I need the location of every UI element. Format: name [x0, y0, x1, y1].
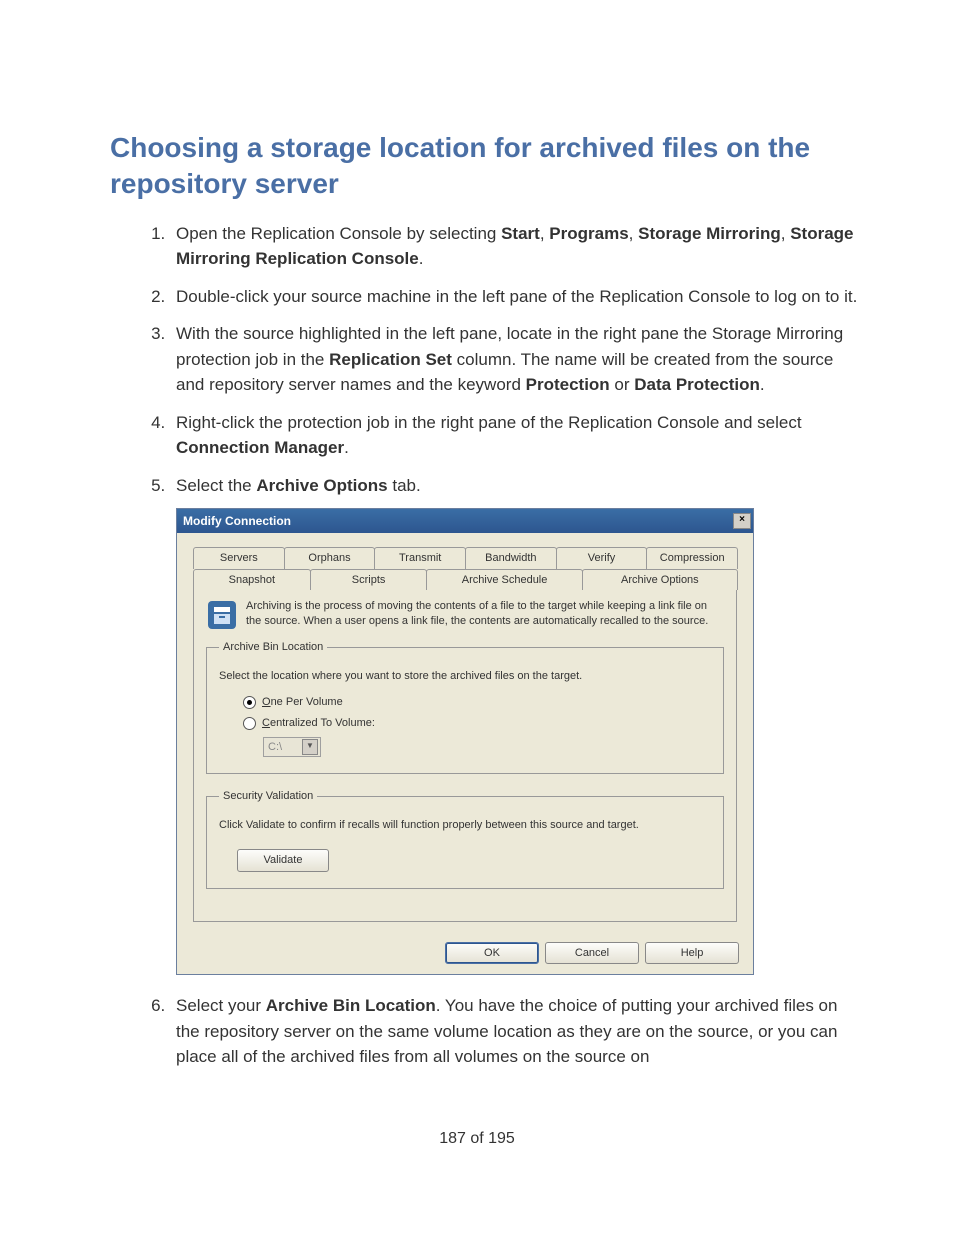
radio2-accel: C — [262, 717, 270, 729]
step-1-text: Open the Replication Console by selectin… — [176, 224, 501, 243]
step-3: With the source highlighted in the left … — [170, 321, 864, 398]
step-1-bold-programs: Programs — [549, 224, 628, 243]
step-1-bold-sm: Storage Mirroring — [638, 224, 781, 243]
tab-archive-schedule[interactable]: Archive Schedule — [426, 569, 582, 591]
page-heading: Choosing a storage location for archived… — [110, 130, 884, 203]
step-5-bold-ao: Archive Options — [256, 476, 387, 495]
step-6-bold-abl: Archive Bin Location — [266, 996, 436, 1015]
page-number: 187 of 195 — [70, 1130, 884, 1148]
archive-bin-location-group: Archive Bin Location Select the location… — [206, 639, 724, 774]
chevron-down-icon: ▼ — [302, 739, 318, 755]
step-3-bold-dataprotection: Data Protection — [634, 375, 760, 394]
step-4-text-a: Right-click the protection job in the ri… — [176, 413, 802, 432]
archive-bin-location-label: Select the location where you want to st… — [219, 668, 711, 685]
step-5-text-a: Select the — [176, 476, 256, 495]
tab-snapshot[interactable]: Snapshot — [193, 569, 311, 591]
tabs-row-bottom: Snapshot Scripts Archive Schedule Archiv… — [193, 569, 737, 591]
dialog-titlebar: Modify Connection × — [177, 509, 753, 533]
modify-connection-dialog: Modify Connection × Servers Orphans Tran… — [176, 508, 754, 975]
step-3-bold-repset: Replication Set — [329, 350, 452, 369]
radio-one-per-volume[interactable]: One Per Volume — [243, 694, 711, 711]
close-icon[interactable]: × — [733, 513, 751, 529]
step-6: Select your Archive Bin Location. You ha… — [170, 993, 864, 1070]
step-4-bold-cm: Connection Manager — [176, 438, 344, 457]
tab-compression[interactable]: Compression — [646, 547, 738, 569]
dialog-title: Modify Connection — [183, 512, 291, 530]
radio-icon — [243, 717, 256, 730]
tab-verify[interactable]: Verify — [556, 547, 648, 569]
tab-scripts[interactable]: Scripts — [310, 569, 428, 591]
security-validation-label: Click Validate to confirm if recalls wil… — [219, 817, 711, 834]
step-4: Right-click the protection job in the ri… — [170, 410, 864, 461]
ok-button[interactable]: OK — [445, 942, 539, 965]
radio2-label: entralized To Volume: — [270, 717, 375, 729]
archive-bin-location-legend: Archive Bin Location — [219, 639, 327, 656]
dialog-footer: OK Cancel Help — [177, 934, 753, 975]
tabs-row-top: Servers Orphans Transmit Bandwidth Verif… — [193, 547, 737, 569]
radio1-label: ne Per Volume — [271, 696, 343, 708]
archive-intro-text: Archiving is the process of moving the c… — [246, 599, 724, 629]
tab-servers[interactable]: Servers — [193, 547, 285, 569]
step-3-text-d: or — [610, 375, 635, 394]
security-validation-legend: Security Validation — [219, 788, 317, 805]
step-1-bold-start: Start — [501, 224, 540, 243]
volume-select[interactable]: C:\ ▼ — [263, 737, 321, 757]
tab-transmit[interactable]: Transmit — [374, 547, 466, 569]
archive-icon — [206, 599, 238, 631]
step-1: Open the Replication Console by selectin… — [170, 221, 864, 272]
step-5: Select the Archive Options tab. Modify C… — [170, 473, 864, 976]
radio1-accel: O — [262, 696, 271, 708]
cancel-button[interactable]: Cancel — [545, 942, 639, 965]
radio-centralized-to-volume[interactable]: Centralized To Volume: — [243, 715, 711, 732]
step-3-bold-protection: Protection — [526, 375, 610, 394]
validate-button[interactable]: Validate — [237, 849, 329, 872]
radio-icon — [243, 696, 256, 709]
step-2: Double-click your source machine in the … — [170, 284, 864, 310]
tab-archive-options[interactable]: Archive Options — [582, 569, 738, 591]
tab-orphans[interactable]: Orphans — [284, 547, 376, 569]
security-validation-group: Security Validation Click Validate to co… — [206, 788, 724, 889]
tab-bandwidth[interactable]: Bandwidth — [465, 547, 557, 569]
volume-select-value: C:\ — [268, 739, 282, 756]
help-button[interactable]: Help — [645, 942, 739, 965]
steps-list: Open the Replication Console by selectin… — [130, 221, 884, 1070]
step-5-text-c: tab. — [388, 476, 421, 495]
step-6-text-a: Select your — [176, 996, 266, 1015]
tab-page-archive-options: Archiving is the process of moving the c… — [193, 589, 737, 922]
